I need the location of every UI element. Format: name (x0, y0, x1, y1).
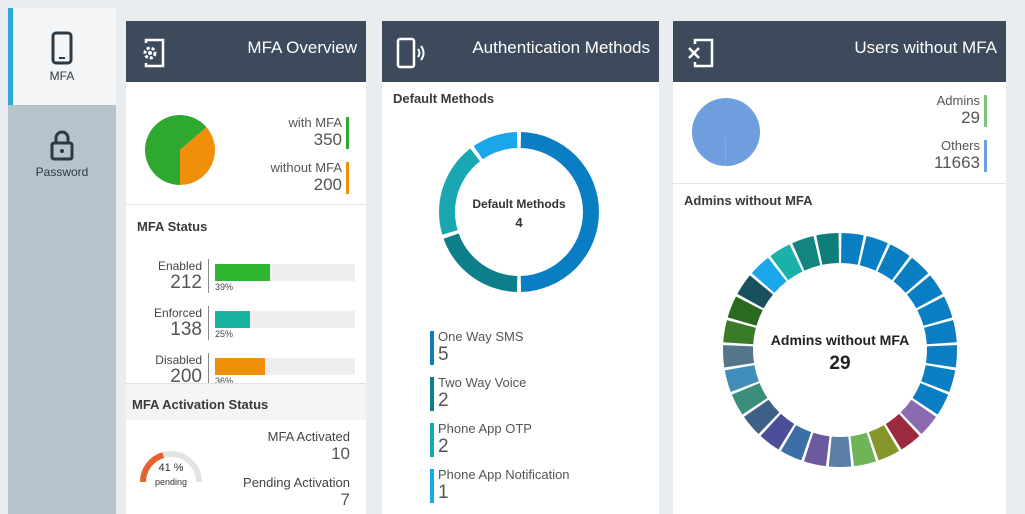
admins-segment (841, 233, 864, 265)
method-color-bar (430, 331, 434, 365)
legend-value: 200 (313, 175, 342, 194)
default-methods-segment (473, 132, 518, 160)
sidebar-item-mfa[interactable]: MFA (8, 8, 116, 105)
users-pie-chart (691, 98, 760, 166)
separator (208, 306, 209, 340)
default-methods-donut-chart (439, 132, 599, 292)
activation-header: MFA Activation Status (126, 384, 366, 420)
sidebar-item-password[interactable]: Password (8, 105, 116, 202)
stat-label: MFA Activated (267, 429, 350, 444)
default-methods-segment (443, 233, 518, 292)
legend-others: Others 11663 (870, 138, 987, 173)
app: MFA Password MFA Overview with MFA 350 w… (0, 0, 1025, 514)
mobile-settings-icon (143, 38, 165, 68)
active-indicator (8, 8, 13, 105)
method-label: Two Way Voice (438, 375, 527, 390)
progress-track (215, 358, 355, 375)
progress-fill (215, 264, 270, 281)
legend-color-bar (346, 162, 349, 194)
card-header: Users without MFA (673, 21, 1006, 82)
donut-value: 4 (515, 215, 523, 230)
legend-label: Admins (936, 93, 980, 108)
method-label: Phone App Notification (438, 467, 570, 482)
authentication-methods-card: Authentication Methods Default Methods D… (382, 21, 659, 514)
separator (208, 353, 209, 387)
card-title: MFA Overview (247, 38, 357, 57)
stat-value: 7 (340, 490, 350, 509)
method-label: One Way SMS (438, 329, 524, 344)
status-label: Enforced (153, 306, 202, 320)
card-header: Authentication Methods (382, 21, 659, 82)
progress-percent: 39% (215, 282, 234, 292)
activated-stat: MFA Activated 10 (268, 429, 350, 464)
gauge-label: pending (154, 477, 188, 487)
legend-without-mfa: without MFA 200 (222, 160, 349, 195)
method-value: 2 (438, 436, 449, 457)
mobile-x-icon (688, 38, 714, 68)
legend-with-mfa: with MFA 350 (222, 115, 349, 150)
mfa-pie-chart (145, 114, 215, 185)
card-title: Users without MFA (854, 38, 997, 57)
gauge-percent: 41 % (158, 462, 184, 474)
status-row-enabled: Enabled 212 39% (140, 259, 355, 293)
method-value: 1 (438, 482, 449, 503)
admins-donut-chart (723, 233, 957, 467)
legend-value: 29 (961, 108, 980, 127)
method-color-bar (430, 423, 434, 457)
method-color-bar (430, 469, 434, 503)
default-methods-segment (520, 132, 599, 292)
method-value: 5 (438, 344, 449, 365)
sidebar: MFA Password (8, 8, 116, 514)
admins-segment (816, 233, 839, 265)
method-label: Phone App OTP (438, 421, 532, 436)
progress-fill (215, 358, 266, 375)
section-title-default-methods: Default Methods (393, 91, 495, 106)
legend-label: with MFA (288, 115, 342, 130)
divider (126, 204, 366, 205)
progress-track (215, 311, 355, 328)
users-without-mfa-card: Users without MFA Admins 29 Others 11663… (673, 21, 1006, 514)
mobile-phone-icon (51, 31, 73, 64)
lock-icon (50, 130, 74, 160)
sidebar-item-label: Password (35, 164, 89, 179)
card-title: Authentication Methods (472, 38, 650, 57)
admins-segment (828, 436, 852, 467)
section-title-activation: MFA Activation Status (132, 397, 269, 412)
status-label: Disabled (155, 353, 202, 367)
stat-value: 10 (331, 444, 350, 463)
legend-label: Others (940, 138, 980, 153)
mfa-overview-card: MFA Overview with MFA 350 without MFA 20… (126, 21, 366, 514)
legend-color-bar (984, 95, 987, 127)
activation-section: MFA Activation Status 41 % pending MFA A… (126, 383, 366, 514)
status-value: 138 (170, 319, 202, 340)
progress-percent: 25% (215, 329, 234, 339)
status-value: 212 (170, 272, 202, 293)
donut-title: Admins without MFA (770, 332, 910, 348)
card-header: MFA Overview (126, 21, 366, 82)
section-title-mfa-status: MFA Status (137, 219, 208, 234)
legend-admins: Admins 29 (870, 93, 987, 128)
legend-value: 350 (313, 130, 342, 149)
progress-track (215, 264, 355, 281)
legend-color-bar (346, 117, 349, 149)
progress-fill (215, 311, 250, 328)
legend-label: without MFA (270, 160, 342, 175)
status-row-disabled: Disabled 200 36% (140, 353, 355, 387)
pending-stat: Pending Activation 7 (243, 475, 350, 510)
legend-color-bar (984, 140, 987, 172)
stat-label: Pending Activation (243, 475, 350, 490)
status-row-enforced: Enforced 138 25% (140, 306, 355, 340)
legend-value: 11663 (933, 153, 980, 172)
method-color-bar (430, 377, 434, 411)
mobile-sound-icon (396, 37, 425, 69)
method-value: 2 (438, 390, 449, 411)
sidebar-item-label: MFA (49, 68, 75, 83)
donut-value: 29 (829, 353, 851, 374)
donut-title: Default Methods (472, 197, 566, 211)
section-title-admins-without-mfa: Admins without MFA (684, 193, 813, 208)
status-label: Enabled (157, 259, 202, 273)
divider (673, 183, 1006, 184)
separator (208, 259, 209, 293)
